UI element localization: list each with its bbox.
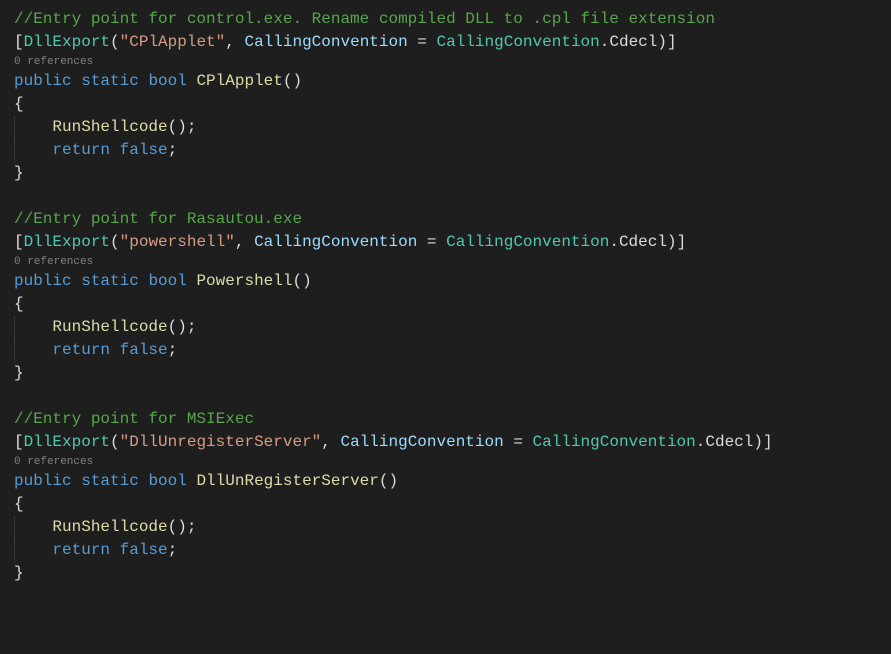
- paren: (: [110, 433, 120, 451]
- enum-val: Cdecl: [609, 33, 657, 51]
- attr-argname: CallingConvention: [254, 233, 417, 251]
- call-parens: ();: [168, 518, 197, 536]
- attr-string: "DllUnregisterServer": [120, 433, 322, 451]
- equals: =: [417, 233, 446, 251]
- paren: ): [667, 233, 677, 251]
- kw-false: false: [120, 541, 168, 559]
- codelens-refs[interactable]: 0 references: [14, 254, 877, 270]
- kw-bool: bool: [148, 72, 186, 90]
- kw-return: return: [52, 541, 110, 559]
- sig-parens: (): [283, 72, 302, 90]
- brace-close: }: [14, 364, 24, 382]
- attr-string: "powershell": [120, 233, 235, 251]
- comment-line: //Entry point for Rasautou.exe: [14, 210, 302, 228]
- kw-public: public: [14, 72, 72, 90]
- attr-open: [: [14, 433, 24, 451]
- semi: ;: [168, 141, 178, 159]
- equals: =: [408, 33, 437, 51]
- method-name: DllUnRegisterServer: [196, 472, 378, 490]
- sig-parens: (): [379, 472, 398, 490]
- call-name: RunShellcode: [52, 518, 167, 536]
- attr-open: [: [14, 33, 24, 51]
- code-editor: //Entry point for control.exe. Rename co…: [0, 0, 891, 593]
- kw-public: public: [14, 472, 72, 490]
- kw-false: false: [120, 141, 168, 159]
- semi: ;: [168, 341, 178, 359]
- kw-return: return: [52, 341, 110, 359]
- attr-type: DllExport: [24, 433, 110, 451]
- semi: ;: [168, 541, 178, 559]
- codelens-refs[interactable]: 0 references: [14, 454, 877, 470]
- brace-close: }: [14, 564, 24, 582]
- enum-val: Cdecl: [705, 433, 753, 451]
- attr-close: ]: [667, 33, 677, 51]
- method-name: Powershell: [196, 272, 292, 290]
- comment-line: //Entry point for control.exe. Rename co…: [14, 10, 715, 28]
- paren: ): [657, 33, 667, 51]
- paren: (: [110, 233, 120, 251]
- attr-string: "CPlApplet": [120, 33, 226, 51]
- equals: =: [504, 433, 533, 451]
- call-name: RunShellcode: [52, 118, 167, 136]
- call-parens: ();: [168, 318, 197, 336]
- kw-bool: bool: [148, 272, 186, 290]
- attr-type: DllExport: [24, 33, 110, 51]
- attr-type: DllExport: [24, 233, 110, 251]
- brace-close: }: [14, 164, 24, 182]
- dot: .: [609, 233, 619, 251]
- dot: .: [696, 433, 706, 451]
- comma: ,: [235, 233, 254, 251]
- paren: ): [753, 433, 763, 451]
- kw-return: return: [52, 141, 110, 159]
- attr-close: ]: [763, 433, 773, 451]
- enum-type: CallingConvention: [446, 233, 609, 251]
- dot: .: [600, 33, 610, 51]
- comma: ,: [225, 33, 244, 51]
- comment-line: //Entry point for MSIExec: [14, 410, 254, 428]
- codelens-refs[interactable]: 0 references: [14, 54, 877, 70]
- brace-open: {: [14, 95, 24, 113]
- attr-argname: CallingConvention: [340, 433, 503, 451]
- call-parens: ();: [168, 118, 197, 136]
- enum-type: CallingConvention: [437, 33, 600, 51]
- kw-public: public: [14, 272, 72, 290]
- brace-open: {: [14, 495, 24, 513]
- comma: ,: [321, 433, 340, 451]
- sig-parens: (): [292, 272, 311, 290]
- attr-open: [: [14, 233, 24, 251]
- brace-open: {: [14, 295, 24, 313]
- enum-val: Cdecl: [619, 233, 667, 251]
- enum-type: CallingConvention: [533, 433, 696, 451]
- method-name: CPlApplet: [196, 72, 282, 90]
- attr-argname: CallingConvention: [244, 33, 407, 51]
- kw-false: false: [120, 341, 168, 359]
- kw-static: static: [81, 272, 139, 290]
- attr-close: ]: [677, 233, 687, 251]
- paren: (: [110, 33, 120, 51]
- kw-bool: bool: [148, 472, 186, 490]
- kw-static: static: [81, 72, 139, 90]
- call-name: RunShellcode: [52, 318, 167, 336]
- kw-static: static: [81, 472, 139, 490]
